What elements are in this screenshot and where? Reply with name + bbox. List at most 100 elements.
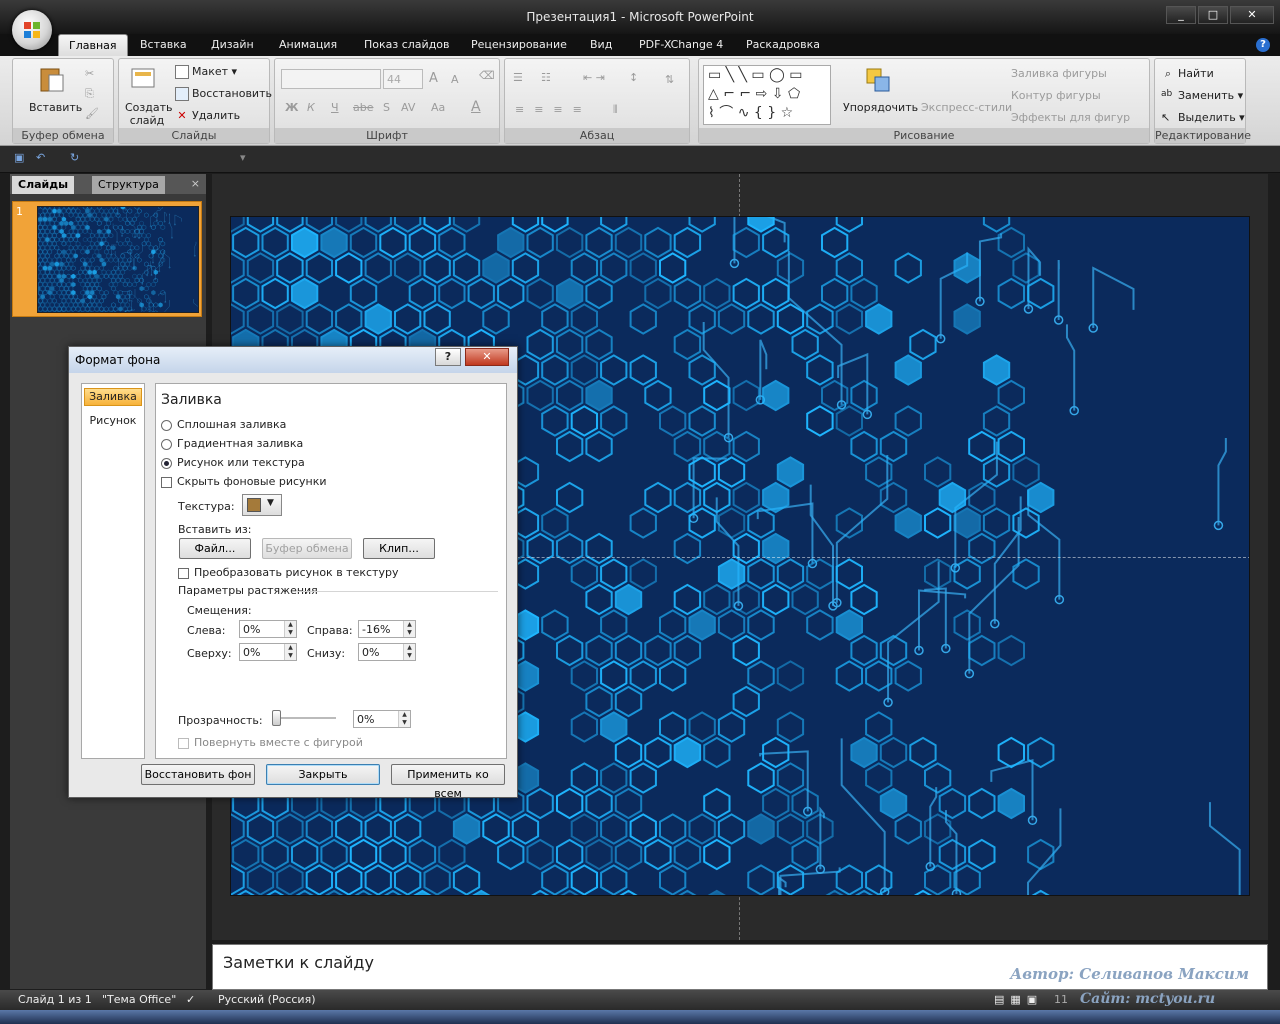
close-pane-icon[interactable]: × [191,177,200,190]
case-button[interactable]: Aa [431,101,445,114]
dialog-help-button[interactable]: ? [435,348,461,366]
format-painter-icon[interactable]: 🖌 [85,107,99,120]
apply-all-button[interactable]: Применить ко всем [391,764,505,800]
reset-background-button[interactable]: Восстановить фон [141,764,255,785]
spinner-arrows[interactable]: ▲ ▼ [284,621,296,637]
paste-button[interactable]: Вставить [29,101,82,114]
shrink-font-button[interactable]: A [451,73,459,86]
font-family-select[interactable] [281,69,381,89]
underline-button[interactable]: Ч [331,101,339,114]
undo-icon[interactable]: ↶ [36,151,45,164]
tab-animation[interactable]: Анимация [279,38,337,51]
nav-picture[interactable]: Рисунок [84,414,142,427]
spinner-arrows[interactable]: ▲ ▼ [284,644,296,660]
option-gradient[interactable]: Градиентная заливка [161,437,303,450]
shape-fill-button[interactable]: Заливка фигуры [1011,67,1107,80]
tab-home[interactable]: Главная [58,34,128,57]
left-offset-input[interactable]: 0% ▲ ▼ [239,620,297,638]
cut-icon[interactable]: ✂ [85,67,94,80]
strike-button[interactable]: abe [353,101,374,114]
reset-button[interactable]: Восстановить [175,87,272,101]
transparency-slider-thumb[interactable] [272,710,281,726]
bottom-offset-input[interactable]: 0% ▲ ▼ [358,643,416,661]
notes-pane[interactable]: Заметки к слайду Автор: Селиванов Максим [212,944,1268,990]
clipboard-button[interactable]: Буфер обмена [262,538,352,559]
view-buttons[interactable]: ▤▦▣ [994,993,1043,1006]
spinner-arrows[interactable]: ▲ ▼ [403,644,415,660]
grow-font-button[interactable]: A [429,71,438,86]
quick-styles-button[interactable]: Экспресс-стили [921,101,1012,114]
bold-button[interactable]: Ж [285,101,298,114]
indent-icon[interactable]: ⇤ ⇥ [583,71,605,84]
tab-view[interactable]: Вид [590,38,612,51]
tab-pdf-xchange[interactable]: PDF-XChange 4 [639,38,723,51]
spellcheck-icon[interactable]: ✓ [186,993,195,1006]
font-size-select[interactable]: 44 [383,69,423,89]
radio-picture[interactable] [161,457,172,469]
delete-slide-button[interactable]: ✕ Удалить [175,109,240,123]
radio-gradient[interactable] [161,438,172,450]
customize-qat-icon[interactable]: ▾ [240,151,246,164]
align-icons[interactable]: ≡≡≡≡ [515,103,592,116]
clear-format-icon[interactable]: ⌫ [479,69,495,82]
italic-button[interactable]: К [307,101,315,114]
shape-outline-button[interactable]: Контур фигуры [1011,89,1101,102]
checkbox-rotate[interactable] [178,737,189,749]
help-icon[interactable]: ? [1256,38,1270,52]
checkbox-hide-bg[interactable] [161,476,172,488]
arrange-button[interactable]: Упорядочить [843,101,918,114]
shapes-gallery[interactable]: ▭ ╲ ╲ ▭ ◯ ▭ △ ⌐ ⌐ ⇨ ⇩ ⬠ ⌇ ⌒ ∿ { } ☆ [703,65,831,125]
clip-button[interactable]: Клип... [363,538,435,559]
option-hide-bg[interactable]: Скрыть фоновые рисунки [161,475,327,488]
select-button[interactable]: ↖ Выделить ▾ [1161,111,1245,125]
bullets-icon[interactable]: ☰ [513,71,523,84]
line-spacing-icon[interactable]: ↕ [629,71,638,84]
option-solid[interactable]: Сплошная заливка [161,418,286,431]
office-button[interactable] [12,10,52,50]
columns-icon[interactable]: ⫴ [613,103,618,117]
checkbox-tile[interactable] [178,567,189,579]
right-offset-input[interactable]: -16% ▲ ▼ [358,620,416,638]
texture-label: Текстура: [178,500,235,513]
shadow-button[interactable]: S [383,101,390,114]
transparency-input[interactable]: 0% ▲ ▼ [353,710,411,728]
close-window-button[interactable]: ✕ [1230,6,1274,24]
tab-review[interactable]: Рецензирование [471,38,567,51]
spacing-icon[interactable]: AV [401,101,415,114]
tab-slides[interactable]: Слайды [12,176,75,194]
delete-icon: ✕ [177,109,187,122]
file-button[interactable]: Файл... [179,538,251,559]
zoom-level[interactable]: 11 [1054,993,1068,1006]
text-direction-icon[interactable]: ⇅ [665,73,674,86]
texture-dropdown[interactable]: ▼ [242,494,282,516]
minimize-button[interactable]: _ [1166,6,1196,24]
option-picture[interactable]: Рисунок или текстура [161,456,305,469]
tab-design[interactable]: Дизайн [211,38,254,51]
numbering-icon[interactable]: ☷ [541,71,551,84]
spinner-arrows[interactable]: ▲ ▼ [403,621,415,637]
font-color-icon[interactable]: A [471,99,481,115]
layout-button[interactable]: Макет ▾ [175,65,237,79]
copy-icon[interactable]: ⎘ [85,87,94,101]
dialog-close-button[interactable]: ✕ [465,348,509,366]
tile-option[interactable]: Преобразовать рисунок в текстуру [178,566,398,579]
find-button[interactable]: ⌕ Найти [1161,67,1214,81]
close-dialog-button[interactable]: Закрыть [266,764,380,785]
tab-storyboard[interactable]: Раскадровка [746,38,820,51]
tab-slideshow[interactable]: Показ слайдов [364,38,450,51]
transparency-slider[interactable] [272,717,336,719]
shape-effects-button[interactable]: Эффекты для фигур [1011,111,1130,124]
maximize-button[interactable]: □ [1198,6,1228,24]
tab-outline[interactable]: Структура [92,176,165,194]
slide-thumbnail-1[interactable]: 1 [12,201,202,317]
redo-icon[interactable]: ↻ [70,151,79,164]
replace-button[interactable]: ab Заменить ▾ [1161,89,1243,103]
rotate-option[interactable]: Повернуть вместе с фигурой [178,736,363,749]
nav-fill[interactable]: Заливка [84,388,142,406]
new-slide-button[interactable]: Создать слайд [125,101,173,127]
top-offset-input[interactable]: 0% ▲ ▼ [239,643,297,661]
radio-solid[interactable] [161,419,172,431]
tab-insert[interactable]: Вставка [140,38,187,51]
save-icon[interactable]: ▣ [14,151,24,164]
spinner-arrows[interactable]: ▲ ▼ [398,711,410,727]
